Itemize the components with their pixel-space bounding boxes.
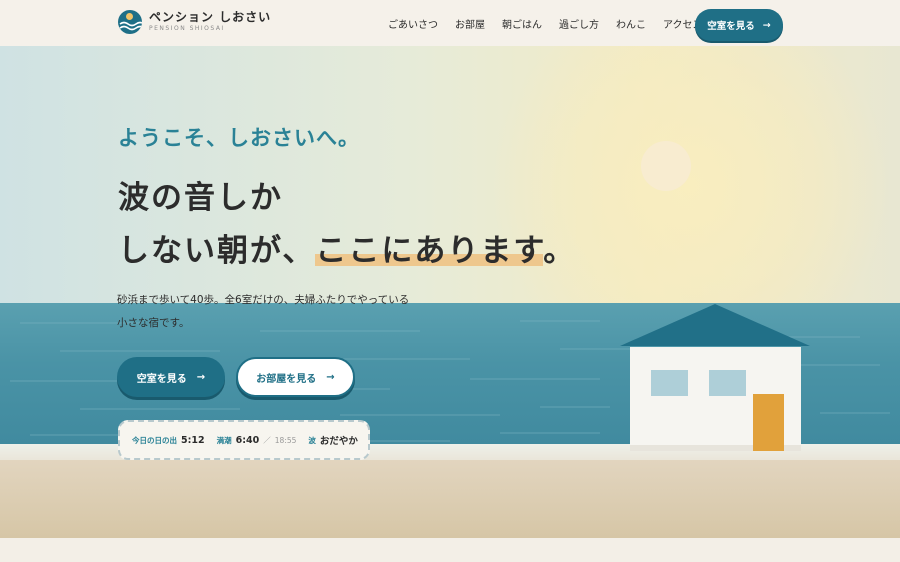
sun-illustration [641,141,691,191]
headline-line-1: 波の音しか [118,180,283,216]
hero-headline: 波の音しか しない朝が、ここにあります。 [118,172,576,278]
today-info-card: 今日の日の出 5:12 満潮 6:40 ／ 18:55 波 おだやか [118,420,370,460]
welcome-eyebrow: ようこそ、しおさいへ。 [118,126,360,150]
window [709,370,746,396]
tide-label: 満潮 [216,435,232,445]
cta-label: 空室を見る [707,21,755,32]
nav-item-rooms[interactable]: お部屋 [455,16,485,31]
brand-name: ペンション しおさい [149,10,272,24]
check-availability-button[interactable]: 空室を見る → [695,9,783,41]
nav-item-greeting[interactable]: ごあいさつ [388,16,438,31]
view-rooms-button[interactable]: お部屋を見る → [236,357,355,397]
site-header: ペンション しおさい PENSION SHIOSAI ごあいさつ お部屋 朝ごは… [0,0,900,46]
window [651,370,688,396]
nav-item-breakfast[interactable]: 朝ごはん [502,16,542,31]
logo[interactable]: ペンション しおさい PENSION SHIOSAI [118,10,271,34]
nav-item-dogs[interactable]: わんこ [616,16,646,31]
arrow-right-icon: → [762,19,771,31]
headline-highlight: ここにあります [315,233,544,269]
wave-label: 波 [308,435,316,445]
tide-value: 6:40 [235,434,260,446]
headline-line-2-start: しない朝が、 [118,233,316,269]
main-nav: ごあいさつ お部屋 朝ごはん 過ごし方 わんこ アクセス [388,16,720,31]
nav-item-activities[interactable]: 過ごし方 [559,16,599,31]
tide-separator: ／ [263,435,271,445]
sunrise-value: 5:12 [181,434,205,446]
beach-sand [0,460,900,538]
headline-line-2: しない朝が、ここにあります。 [118,225,576,278]
sunrise-label: 今日の日の出 [132,435,177,445]
hero-description: 砂浜まで歩いて40歩。全6室だけの、夫婦ふたりでやっている小さな宿です。 [117,294,410,329]
arrow-right-icon: → [196,371,206,383]
view-availability-button[interactable]: 空室を見る → [117,357,225,397]
house-illustration [620,304,810,454]
button-label: お部屋を見る [256,373,317,385]
tide-second-value: 18:55 [274,435,297,445]
brand-subtitle: PENSION SHIOSAI [149,25,225,32]
wave-value: おだやか [319,436,358,447]
arrow-right-icon: → [326,371,335,383]
page-bottom-strip [0,538,900,562]
headline-line-2-end: 。 [543,233,577,269]
logo-wave-sun-icon [118,10,142,34]
button-label: 空室を見る [136,373,187,385]
door [753,394,784,451]
